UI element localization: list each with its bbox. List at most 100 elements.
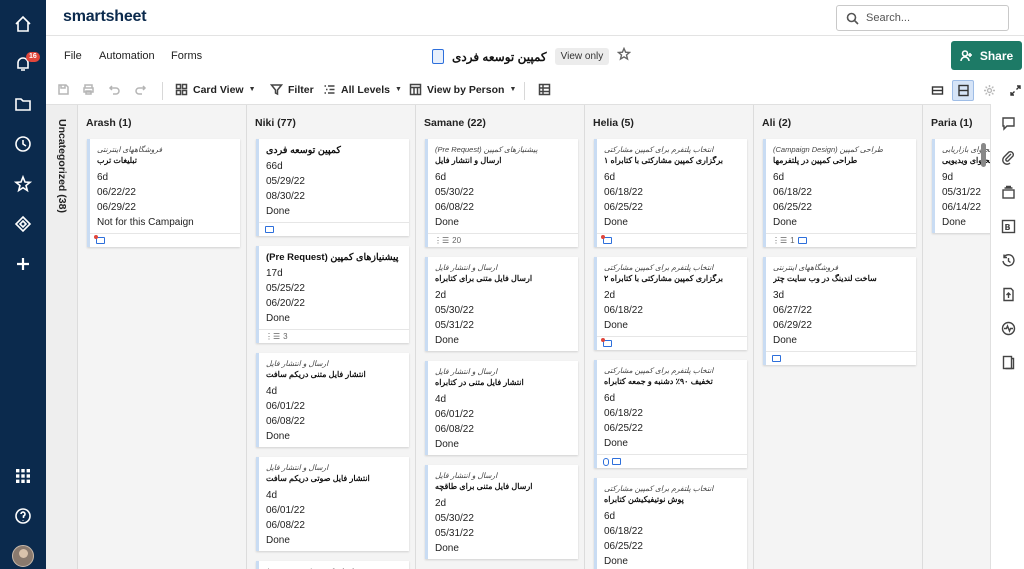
card[interactable]: (Pre Request) پیشنیازهای کمپین bbox=[256, 561, 409, 569]
lane-header[interactable]: Paria (1) bbox=[931, 117, 972, 129]
share-people-icon bbox=[960, 49, 972, 61]
card[interactable]: ارسال و انتشار فایل انتشار فایل صوتی دریک… bbox=[256, 457, 409, 551]
card[interactable]: فروشگاههای اینترنتی تبلیغات ترب 6d 06/22/22… bbox=[87, 139, 240, 247]
lane-header[interactable]: Ali (2) bbox=[762, 117, 791, 129]
card-field-value: 05/30/22 bbox=[435, 513, 474, 524]
solution-center-icon[interactable] bbox=[0, 209, 46, 239]
brandfolder-icon[interactable]: B bbox=[1000, 218, 1016, 234]
favorites-star-icon[interactable] bbox=[0, 169, 46, 199]
card-field-value: Done bbox=[604, 217, 628, 228]
search-input[interactable]: Search... bbox=[836, 5, 1009, 31]
create-plus-icon[interactable] bbox=[0, 249, 46, 279]
notifications-icon[interactable]: 16 bbox=[0, 49, 46, 79]
favorite-star-icon[interactable] bbox=[616, 46, 632, 66]
card-field-value: 3d bbox=[773, 290, 785, 301]
card-parent-label: ارسال و انتشار فایل bbox=[435, 367, 498, 376]
card-field-value: Done bbox=[773, 217, 797, 228]
lane-samane: Samane (22) (Pre Request) پیشنیازهای کمپی… bbox=[416, 105, 585, 569]
right-panel-rail: B bbox=[990, 104, 1024, 569]
card[interactable]: انتخاب پلتفرم برای کمپین مشارکتی برگزاری … bbox=[594, 257, 747, 350]
card[interactable]: ارسال و انتشار فایل انتشار فایل متنی در ک… bbox=[425, 361, 578, 455]
save-icon[interactable] bbox=[57, 83, 70, 96]
activity-log-icon[interactable] bbox=[1000, 252, 1016, 268]
compact-cards-icon[interactable] bbox=[926, 80, 948, 101]
forms-menu[interactable]: Forms bbox=[171, 50, 202, 62]
comments-icon[interactable] bbox=[1000, 115, 1016, 131]
card-body: ارسال و انتشار فایل انتشار فایل متنی دریک… bbox=[259, 353, 409, 447]
card[interactable]: ارسال و انتشار فایل انتشار فایل متنی دریک… bbox=[256, 353, 409, 447]
lane-header[interactable]: Helia (5) bbox=[593, 117, 634, 129]
card-field-value: Not for this Campaign bbox=[97, 217, 194, 228]
comment-icon[interactable] bbox=[612, 458, 621, 465]
card-title: تبلیغات ترب bbox=[97, 156, 137, 165]
card[interactable]: (Pre Request) پیشنیازهای کمپین 17d 05/25/2… bbox=[256, 246, 409, 343]
home-icon[interactable] bbox=[0, 9, 46, 39]
publish-icon[interactable] bbox=[1000, 286, 1016, 302]
recents-clock-icon[interactable] bbox=[0, 129, 46, 159]
card[interactable]: انتخاب پلتفرم برای کمپین مشارکتی برگزاری … bbox=[594, 139, 747, 247]
subtasks-icon[interactable]: ⋮☰ bbox=[772, 236, 787, 245]
card-field-value: 06/18/22 bbox=[773, 187, 812, 198]
undo-icon[interactable] bbox=[108, 83, 121, 96]
help-icon[interactable] bbox=[0, 501, 46, 531]
lane-header[interactable]: Samane (22) bbox=[424, 117, 486, 129]
filter-button[interactable]: Filter bbox=[270, 83, 314, 96]
card-field-value: 05/31/22 bbox=[435, 528, 474, 539]
lane-header[interactable]: Niki (77) bbox=[255, 117, 296, 129]
notification-badge: 16 bbox=[26, 52, 40, 62]
attachments-icon[interactable] bbox=[1000, 149, 1016, 165]
sheet-title[interactable]: کمپین توسعه فردی bbox=[452, 50, 547, 64]
redo-icon[interactable] bbox=[134, 83, 147, 96]
card[interactable]: ارسال و انتشار فایل ارسال فایل متنی برای … bbox=[425, 465, 578, 559]
all-levels-dropdown[interactable]: All Levels ▼ bbox=[323, 83, 402, 96]
lane-scrollbar[interactable] bbox=[981, 143, 986, 167]
card-field-value: 06/25/22 bbox=[604, 202, 643, 213]
card-title: انتشار فایل متنی دریکم سافت bbox=[266, 370, 366, 379]
card-title: (Pre Request) پیشنیازهای کمپین bbox=[266, 252, 399, 263]
card-title: برگزاری کمپین مشارکتی با کتابراه ۲ bbox=[604, 274, 723, 283]
file-menu[interactable]: File bbox=[64, 50, 82, 62]
gear-icon[interactable] bbox=[978, 80, 1000, 101]
uncategorized-lane[interactable]: Uncategorized (38) bbox=[46, 105, 78, 569]
card[interactable]: فروشگاههای اینترنتی ساخت لندینگ در وب سای… bbox=[763, 257, 916, 365]
expand-icon[interactable] bbox=[1004, 80, 1024, 101]
card[interactable]: انتخاب پلتفرم برای کمپین مشارکتی پوش نوتی… bbox=[594, 478, 747, 569]
proofs-icon[interactable] bbox=[1000, 184, 1016, 200]
card-view-dropdown[interactable]: Card View ▼ bbox=[175, 83, 256, 96]
automation-menu[interactable]: Automation bbox=[99, 50, 155, 62]
lane-header[interactable]: Arash (1) bbox=[86, 117, 132, 129]
view-by-dropdown[interactable]: View by Person ▼ bbox=[409, 83, 516, 96]
comment-icon[interactable] bbox=[601, 338, 612, 347]
card-body: ارسال و انتشار فایل ارسال فایل متنی برای … bbox=[428, 465, 578, 559]
forms-panel-icon[interactable] bbox=[1000, 354, 1016, 370]
card[interactable]: انتخاب پلتفرم برای کمپین مشارکتی تخفیف ۹۰… bbox=[594, 360, 747, 468]
card[interactable]: (Pre Request) پیشنیازهای کمپین ارسال و ان… bbox=[425, 139, 578, 247]
share-button[interactable]: Share bbox=[951, 41, 1022, 70]
smartsheet-logo[interactable]: smartsheet bbox=[63, 8, 147, 26]
comment-icon[interactable] bbox=[265, 226, 274, 233]
card[interactable]: ارسال و انتشار فایل ارسال فایل متنی برای … bbox=[425, 257, 578, 351]
comment-icon[interactable] bbox=[797, 237, 807, 244]
comment-icon[interactable] bbox=[772, 355, 781, 362]
card-body: ارسال و انتشار فایل ارسال فایل متنی برای … bbox=[428, 257, 578, 351]
comment-icon[interactable] bbox=[94, 235, 105, 244]
subtasks-icon[interactable]: ⋮☰ bbox=[434, 236, 449, 245]
summary-pulse-icon[interactable] bbox=[1000, 320, 1016, 336]
card-field-value: 06/01/22 bbox=[266, 401, 305, 412]
card-footer bbox=[597, 233, 747, 247]
card-settings-icon[interactable] bbox=[538, 83, 551, 96]
launcher-grid-icon[interactable] bbox=[0, 461, 46, 491]
folder-icon[interactable] bbox=[0, 89, 46, 119]
card[interactable]: (Campaign Design) طراحی کمپین طراحی کمپین… bbox=[763, 139, 916, 247]
menu-bar: File Automation Forms کمپین توسعه فردی V… bbox=[46, 36, 1024, 78]
print-icon[interactable] bbox=[82, 83, 95, 96]
subtasks-icon[interactable]: ⋮☰ bbox=[265, 332, 280, 341]
comment-icon[interactable] bbox=[601, 235, 612, 244]
card-field-value: 66d bbox=[266, 161, 283, 172]
avatar[interactable] bbox=[12, 545, 34, 567]
full-cards-icon[interactable] bbox=[952, 80, 974, 101]
card[interactable]: کمپین توسعه فردی 66d 05/29/22 08/30/22 Done bbox=[256, 139, 409, 236]
card-field-value: 6d bbox=[604, 511, 616, 522]
sheet-title-area: کمپین توسعه فردی View only bbox=[432, 46, 632, 66]
attachment-icon[interactable] bbox=[603, 457, 609, 466]
